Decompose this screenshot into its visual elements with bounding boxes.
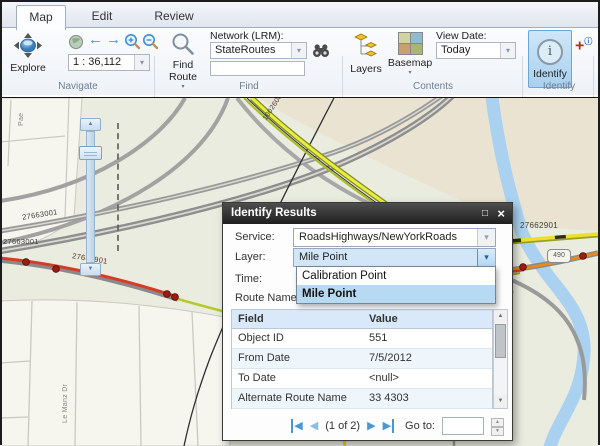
back-arrow-icon[interactable]: ←	[88, 32, 103, 48]
identify-button[interactable]: i Identify	[528, 30, 572, 88]
group-label-identify: Identify	[522, 81, 596, 94]
maximize-icon[interactable]: □	[482, 203, 488, 224]
last-page-icon[interactable]: ▶	[383, 419, 394, 433]
group-label-find: Find	[158, 81, 340, 94]
scrollbar-thumb[interactable]	[495, 324, 506, 358]
slider-zoom-in-button[interactable]: ▲	[80, 118, 101, 131]
layer-combo[interactable]: Mile Point ▾	[293, 248, 496, 267]
route-label: 27663001	[3, 237, 39, 246]
attribute-table: Field Value Object ID551 From Date7/5/20…	[231, 309, 493, 409]
network-lrm-combo[interactable]: StateRoutes ▾	[210, 42, 307, 59]
next-page-icon[interactable]: ▶	[367, 419, 375, 433]
dropdown-option[interactable]: Calibration Point	[297, 267, 495, 285]
explore-pad-icon	[13, 32, 43, 62]
service-label: Service:	[235, 231, 275, 243]
find-route-input[interactable]	[210, 61, 305, 76]
tab-edit[interactable]: Edit	[80, 5, 124, 28]
chevron-down-icon[interactable]: ▾	[134, 55, 149, 70]
identify-results-dialog: Identify Results □ × Service: RoadsHighw…	[222, 202, 513, 441]
ribbon-body: Explore ← → 1 : 36,112 ▾ Navigate	[2, 28, 598, 95]
time-label: Time:	[235, 273, 262, 285]
spinner-up-icon[interactable]: ▲	[491, 418, 504, 427]
info-badge-icon: ⓘ	[584, 37, 592, 46]
chevron-down-icon[interactable]: ▾	[477, 229, 495, 246]
goto-page-input[interactable]	[442, 417, 484, 435]
route-name-label: Route Name:	[235, 292, 300, 304]
route-label: 27662901	[520, 221, 558, 230]
tab-review[interactable]: Review	[148, 5, 200, 28]
close-icon[interactable]: ×	[497, 203, 505, 224]
dialog-title-bar[interactable]: Identify Results □ ×	[223, 203, 512, 224]
table-row[interactable]: Object ID551	[232, 329, 492, 349]
layers-icon	[354, 32, 378, 63]
street-label: Le Manz Dr	[62, 384, 69, 423]
previous-page-icon[interactable]: ◀	[310, 419, 318, 433]
dropdown-option-selected[interactable]: Mile Point	[297, 285, 495, 303]
zoom-in-icon[interactable]	[124, 33, 141, 55]
scroll-down-icon[interactable]: ▼	[494, 395, 507, 408]
goto-spinner[interactable]: ▲ ▼	[491, 418, 504, 435]
layer-label: Layer:	[235, 251, 266, 263]
group-label-contents: Contents	[346, 81, 520, 94]
identify-i-icon: i	[537, 39, 563, 65]
chevron-down-icon[interactable]: ▾	[291, 43, 306, 58]
map-view[interactable]: 27663001 27663001 27662901 10026001 2766…	[2, 97, 598, 446]
highway-shield: 490	[547, 249, 571, 263]
basemap-icon	[398, 32, 423, 55]
street-label: Pae	[18, 113, 25, 126]
view-date-combo[interactable]: Today ▾	[436, 42, 516, 59]
table-scrollbar[interactable]: ▲ ▼	[493, 309, 508, 409]
explore-button[interactable]: Explore	[6, 32, 50, 84]
chevron-down-icon: ▾	[408, 69, 411, 76]
forward-arrow-icon[interactable]: →	[106, 32, 121, 48]
first-page-icon[interactable]: ◀	[291, 419, 302, 433]
group-label-navigate: Navigate	[4, 81, 152, 94]
goto-label: Go to:	[405, 420, 435, 432]
dialog-title: Identify Results	[231, 207, 317, 219]
service-combo[interactable]: RoadsHighways/NewYorkRoads ▾	[293, 228, 496, 247]
slider-zoom-out-button[interactable]: ▼	[80, 263, 101, 276]
find-route-magnifier-icon	[171, 32, 195, 59]
slider-tick-marks	[117, 123, 119, 251]
globe-icon[interactable]	[68, 34, 84, 55]
spinner-down-icon[interactable]: ▼	[491, 427, 504, 436]
chevron-down-icon[interactable]: ▾	[477, 249, 495, 266]
table-row[interactable]: From Date7/5/2012	[232, 349, 492, 369]
application-window: Map Edit Review Explore	[0, 0, 600, 445]
ribbon: Map Edit Review Explore	[2, 2, 598, 95]
explore-label: Explore	[10, 62, 46, 74]
tab-map[interactable]: Map	[16, 5, 66, 30]
zoom-out-icon[interactable]	[142, 33, 159, 55]
layers-button[interactable]: Layers	[348, 32, 384, 86]
scroll-up-icon[interactable]: ▲	[494, 310, 507, 323]
layer-dropdown-list: Calibration Point Mile Point	[296, 266, 496, 304]
table-header: Field Value	[232, 310, 492, 329]
binoculars-icon[interactable]	[312, 43, 330, 63]
pagination-bar: ◀ ◀ (1 of 2) ▶ ▶ Go to: ▲ ▼	[233, 416, 504, 436]
network-lrm-label: Network (LRM):	[210, 30, 284, 42]
hyperlink-tool-icon[interactable]: +ⓘ	[575, 34, 592, 54]
table-row[interactable]: Alternate Route Name33 4303	[232, 389, 492, 409]
table-row[interactable]: To Date<null>	[232, 369, 492, 389]
slider-thumb[interactable]	[79, 146, 102, 160]
ribbon-tab-row: Map Edit Review	[2, 2, 598, 28]
map-zoom-slider[interactable]: ▲ ▼	[80, 118, 106, 276]
page-indicator: (1 of 2)	[325, 420, 360, 432]
view-date-label: View Date:	[436, 30, 487, 42]
map-scale-combo[interactable]: 1 : 36,112 ▾	[68, 54, 150, 71]
chevron-down-icon[interactable]: ▾	[500, 43, 515, 58]
